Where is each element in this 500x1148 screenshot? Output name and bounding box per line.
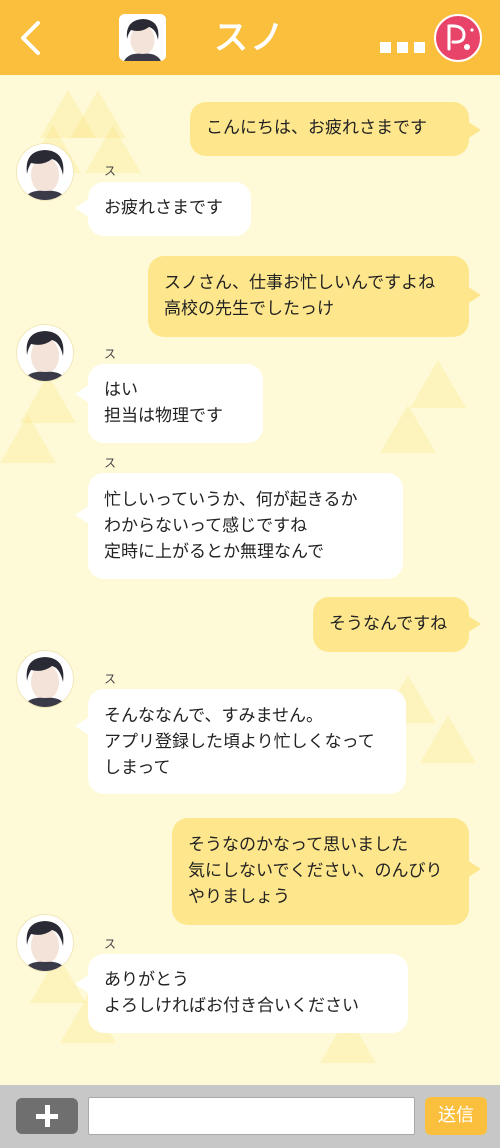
add-attachment-button[interactable] [16,1098,78,1134]
chat-header: スノ [0,0,500,75]
message-input-bar: 送信 [0,1085,500,1148]
message-bubble-sent: そうなんですね [313,597,469,652]
bubble-tail [75,506,89,524]
bubble-tail [467,286,481,304]
send-button[interactable]: 送信 [425,1097,487,1135]
message-bubble-received: ありがとう よろしければお付き合いください [88,954,408,1033]
message-bubble-sent: そうなのかなって思いました 気にしないでください、のんびり やりましょう [172,818,469,925]
message-bubble-received: そんななんで、すみません。 アプリ登録した頃より忙しくなって しまって [88,689,406,794]
contact-name-title: スノ [214,18,286,58]
contact-avatar [17,651,73,707]
bubble-tail [75,199,89,217]
bubble-tail [75,717,89,735]
bubble-tail [75,975,89,993]
pearl-logo-icon [434,14,482,62]
message-bubble-received: お疲れさまです [88,182,251,236]
background-pattern [0,75,500,1085]
bubble-tail [467,121,481,139]
message-bubble-sent: こんにちは、お疲れさまです [190,102,469,156]
bubble-tail [467,860,481,878]
chevron-left-icon[interactable] [16,20,46,56]
message-input[interactable] [88,1097,415,1135]
message-bubble-sent: スノさん、仕事お忙しいんですよね 高校の先生でしたっけ [148,256,469,337]
message-bubble-received: はい 担当は物理です [88,364,263,443]
contact-avatar [17,144,73,200]
bubble-tail [467,615,481,633]
message-bubble-received: 忙しいっていうか、何が起きるか わからないって感じですね 定時に上がるとか無理な… [88,473,403,579]
contact-avatar [17,325,73,381]
ellipsis-icon[interactable] [380,42,426,54]
bubble-tail [75,385,89,403]
contact-avatar [119,14,166,61]
contact-avatar [17,915,73,971]
